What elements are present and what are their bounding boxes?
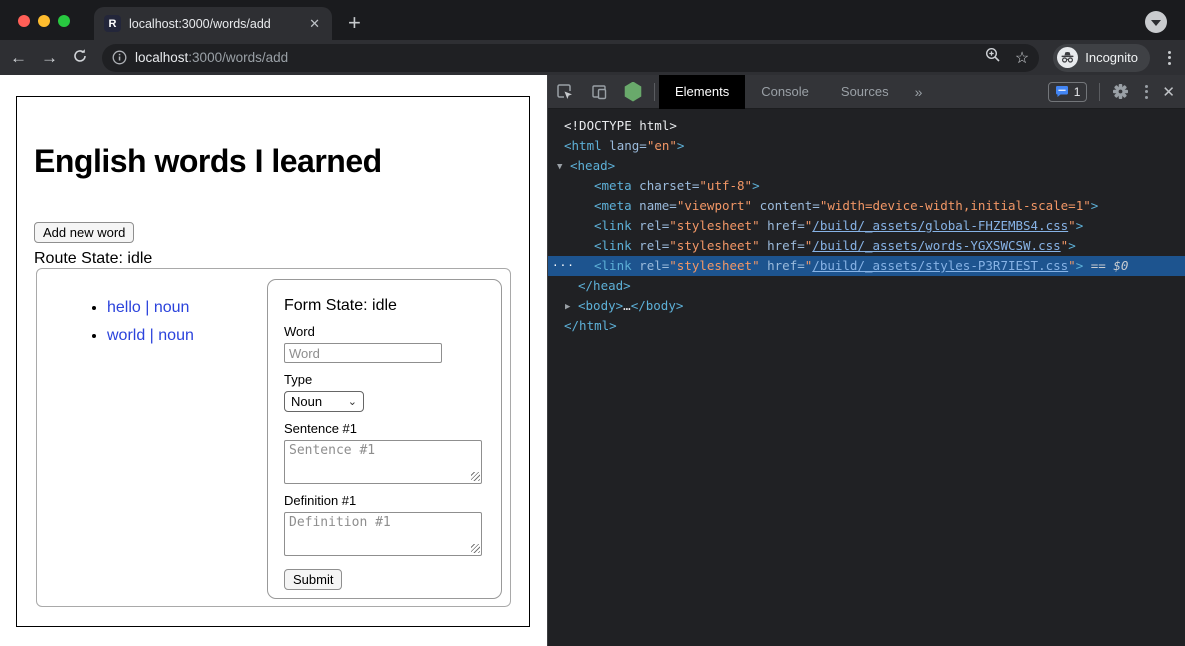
sentence-label: Sentence #1	[284, 421, 485, 436]
devtools-tab-elements[interactable]: Elements	[659, 75, 745, 109]
devtools-code-line[interactable]: ▼<head>	[548, 156, 1185, 176]
tab-close-icon[interactable]: ✕	[307, 16, 322, 32]
devtools-code-line[interactable]: </head>	[548, 276, 1185, 296]
issues-counter[interactable]: 1	[1048, 82, 1088, 102]
elements-tree: <!DOCTYPE html><html lang="en">▼<head><m…	[548, 109, 1185, 646]
devtools-tab-console[interactable]: Console	[745, 75, 825, 109]
add-word-form: Form State: idle Word Type Noun ⌄ Senten…	[267, 279, 502, 599]
incognito-icon	[1057, 47, 1078, 68]
minimize-window-button[interactable]	[38, 15, 50, 27]
submit-button[interactable]: Submit	[284, 569, 342, 590]
devtools-toolbar: ElementsConsoleSources » 1	[548, 75, 1185, 109]
devtools-close-button[interactable]: ✕	[1156, 83, 1185, 101]
devtools-code-line[interactable]: <html lang="en">	[548, 136, 1185, 156]
more-tabs-button[interactable]: »	[905, 84, 933, 100]
devtools-code-line-selected[interactable]: ···<link rel="stylesheet" href="/build/_…	[548, 256, 1185, 276]
site-info-icon[interactable]	[112, 50, 127, 65]
reload-icon	[72, 48, 88, 64]
zoom-icon[interactable]	[985, 47, 1001, 68]
traffic-lights	[18, 15, 70, 27]
remix-favicon-icon: R	[104, 15, 121, 32]
devtools-code-line[interactable]: <!DOCTYPE html>	[548, 116, 1185, 136]
address-bar[interactable]: localhost:3000/words/add ☆	[102, 44, 1039, 72]
reload-button[interactable]	[72, 48, 88, 67]
page-viewport: English words I learned Add new word Rou…	[0, 75, 547, 646]
sentence-textarea[interactable]	[284, 440, 482, 484]
route-state-text: Route State: idle	[34, 250, 512, 268]
devtools-code-line[interactable]: ▶<body>…</body>	[548, 296, 1185, 316]
resize-grip-icon[interactable]	[471, 544, 480, 553]
devtools-menu-button[interactable]	[1137, 85, 1156, 99]
type-select-value: Noun	[291, 394, 322, 409]
add-new-word-button[interactable]: Add new word	[34, 222, 134, 243]
form-state-text: Form State: idle	[284, 297, 485, 315]
devtools-panel: ElementsConsoleSources » 1	[547, 75, 1185, 646]
devtools-code-line[interactable]: <meta name="viewport" content="width=dev…	[548, 196, 1185, 216]
browser-tab[interactable]: R localhost:3000/words/add ✕	[94, 7, 332, 40]
devtools-code-line[interactable]: <link rel="stylesheet" href="/build/_ass…	[548, 236, 1185, 256]
page-title: English words I learned	[34, 143, 512, 180]
type-select[interactable]: Noun ⌄	[284, 391, 364, 412]
devtools-code-line[interactable]: </html>	[548, 316, 1185, 336]
tab-overview-button[interactable]	[1145, 11, 1167, 33]
type-label: Type	[284, 372, 485, 387]
new-tab-button[interactable]: +	[348, 8, 361, 38]
resize-grip-icon[interactable]	[471, 472, 480, 481]
devtools-code-line[interactable]: <meta charset="utf-8">	[548, 176, 1185, 196]
chevron-down-icon: ⌄	[348, 395, 357, 408]
browser-window: R localhost:3000/words/add ✕ + ← → loc	[0, 0, 1185, 646]
chevron-down-icon	[1151, 20, 1161, 26]
device-toolbar-button[interactable]	[582, 83, 616, 101]
collapse-arrow-icon[interactable]: ▶	[565, 297, 578, 317]
maximize-window-button[interactable]	[58, 15, 70, 27]
word-link[interactable]: world | noun	[107, 327, 194, 344]
word-input[interactable]	[284, 343, 442, 363]
toolbar-divider	[1099, 83, 1100, 101]
word-link[interactable]: hello | noun	[107, 299, 189, 316]
expand-arrow-icon[interactable]: ▼	[557, 157, 570, 177]
definition-textarea[interactable]	[284, 512, 482, 556]
browser-toolbar: ← → localhost:3000/words/add	[0, 40, 1185, 75]
forward-button[interactable]: →	[41, 49, 58, 66]
inspect-element-button[interactable]	[548, 83, 582, 101]
definition-label: Definition #1	[284, 493, 485, 508]
incognito-label: Incognito	[1085, 50, 1138, 65]
incognito-badge: Incognito	[1053, 44, 1150, 72]
page-container: English words I learned Add new word Rou…	[16, 96, 530, 627]
line-overflow-dots-icon: ···	[552, 256, 575, 276]
url-text: localhost:3000/words/add	[135, 50, 977, 65]
devtools-settings-button[interactable]	[1104, 83, 1137, 100]
devtools-tab-sources[interactable]: Sources	[825, 75, 905, 109]
devtools-code-line[interactable]: <link rel="stylesheet" href="/build/_ass…	[548, 216, 1185, 236]
toolbar-divider	[654, 83, 655, 101]
extension-hexagon-icon[interactable]	[616, 82, 650, 102]
gear-icon	[1112, 83, 1129, 100]
bookmark-star-icon[interactable]: ☆	[1015, 48, 1029, 68]
words-panel: hello | noun world | noun Form State: idl…	[36, 268, 511, 607]
close-window-button[interactable]	[18, 15, 30, 27]
browser-menu-button[interactable]	[1164, 51, 1175, 65]
tab-title: localhost:3000/words/add	[129, 17, 299, 31]
message-bubble-icon	[1055, 85, 1069, 98]
back-button[interactable]: ←	[10, 49, 27, 66]
word-label: Word	[284, 324, 485, 339]
tab-strip: R localhost:3000/words/add ✕ +	[0, 0, 1185, 40]
